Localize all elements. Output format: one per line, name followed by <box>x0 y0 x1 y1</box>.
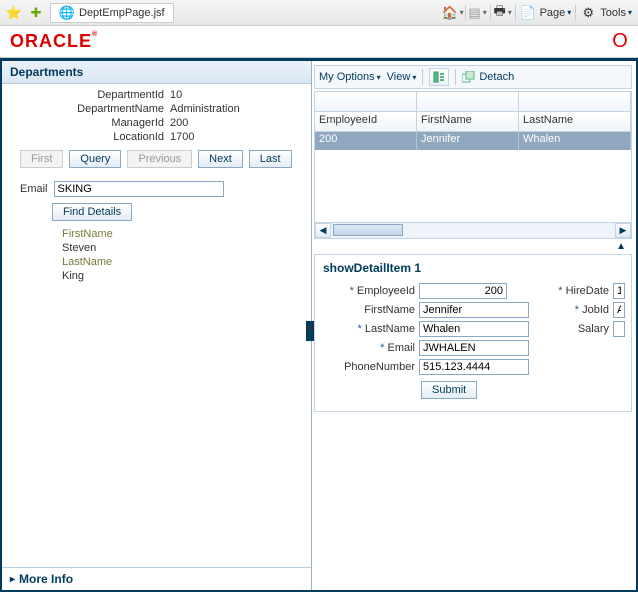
email-label-d: Email <box>321 342 415 354</box>
emp-id-input[interactable] <box>419 283 507 299</box>
feeds-icon[interactable]: ▤ <box>470 5 486 21</box>
hire-date-label: HireDate <box>549 285 609 297</box>
home-icon[interactable]: 🏠 <box>445 5 461 21</box>
last-button[interactable]: Last <box>249 150 292 168</box>
previous-button: Previous <box>127 150 192 168</box>
dept-id-value: 10 <box>170 89 182 101</box>
next-button[interactable]: Next <box>198 150 243 168</box>
tools-menu[interactable]: Tools <box>600 7 632 19</box>
left-pane: Departments DepartmentId10 DepartmentNam… <box>2 61 312 590</box>
dept-name-value: Administration <box>170 103 240 115</box>
detail-title: showDetailItem 1 <box>323 261 625 275</box>
hire-date-input[interactable] <box>613 283 625 299</box>
lastname-label: LastName <box>2 255 311 269</box>
tab-title: DeptEmpPage.jsf <box>79 7 165 19</box>
scroll-thumb[interactable] <box>333 224 403 236</box>
first-button: First <box>20 150 63 168</box>
dept-id-label: DepartmentId <box>10 89 170 101</box>
browser-tab[interactable]: 🌐 DeptEmpPage.jsf <box>50 3 174 23</box>
more-info-toggle[interactable]: ▸ More Info <box>2 567 311 590</box>
scroll-left-icon[interactable]: ◀ <box>315 223 331 238</box>
firstname-value: Steven <box>2 241 311 255</box>
print-icon[interactable]: 🖶 <box>495 5 511 21</box>
col-first-name[interactable]: FirstName <box>417 112 519 131</box>
col-employee-id[interactable]: EmployeeId <box>315 112 417 131</box>
employee-table: EmployeeId FirstName LastName 200 Jennif… <box>314 91 632 239</box>
location-id-value: 1700 <box>170 131 194 143</box>
table-toolbar: My Options View Detach <box>314 65 632 89</box>
query-button[interactable]: Query <box>69 150 121 168</box>
scroll-right-icon[interactable]: ▶ <box>615 223 631 238</box>
firstname-label: FirstName <box>2 227 311 241</box>
chevron-right-icon: ▸ <box>10 574 15 585</box>
manager-id-label: ManagerId <box>10 117 170 129</box>
location-id-label: LocationId <box>10 131 170 143</box>
ie-icon: 🌐 <box>59 5 75 21</box>
view-menu[interactable]: View <box>387 71 417 83</box>
collapse-icon[interactable]: ▲ <box>314 239 632 252</box>
detail-panel: showDetailItem 1 EmployeeId HireDate Fir… <box>314 254 632 412</box>
salary-label: Salary <box>549 323 609 335</box>
first-name-label: FirstName <box>321 304 415 316</box>
phone-label: PhoneNumber <box>321 361 415 373</box>
manager-id-value: 200 <box>170 117 188 129</box>
phone-input[interactable] <box>419 359 529 375</box>
table-header: EmployeeId FirstName LastName <box>315 112 631 132</box>
browser-toolbar: ⭐ ✚ 🌐 DeptEmpPage.jsf 🏠 ▤ 🖶 📄 Page ⚙ Too… <box>0 0 638 26</box>
submit-button[interactable]: Submit <box>421 381 477 399</box>
logo-bar: ORACLE® O <box>0 26 638 58</box>
col-last-name[interactable]: LastName <box>519 112 631 131</box>
find-details-button[interactable]: Find Details <box>52 203 132 221</box>
first-name-input[interactable] <box>419 302 529 318</box>
o-icon: O <box>612 34 628 50</box>
emp-id-label: EmployeeId <box>321 285 415 297</box>
last-name-input[interactable] <box>419 321 529 337</box>
page-menu[interactable]: Page <box>540 7 572 19</box>
email-input-d[interactable] <box>419 340 529 356</box>
oracle-logo: ORACLE® <box>10 31 98 52</box>
dept-name-label: DepartmentName <box>10 103 170 115</box>
job-id-label: JobId <box>549 304 609 316</box>
email-input[interactable] <box>54 181 224 197</box>
favorite-icon[interactable]: ⭐ <box>6 5 22 21</box>
detach-button[interactable]: Detach <box>462 71 514 83</box>
my-options-menu[interactable]: My Options <box>319 71 381 83</box>
right-pane: ◂ My Options View Detach EmployeeId Firs… <box>312 61 636 590</box>
salary-input[interactable] <box>613 321 625 337</box>
job-id-input[interactable] <box>613 302 625 318</box>
splitter-handle[interactable]: ◂ <box>306 321 314 341</box>
lastname-value: King <box>2 269 311 283</box>
table-row[interactable]: 200 Jennifer Whalen <box>315 132 631 150</box>
h-scrollbar[interactable]: ◀ ▶ <box>315 222 631 238</box>
email-label: Email <box>20 183 48 195</box>
page-icon: 📄 <box>520 5 536 21</box>
departments-header: Departments <box>2 61 311 84</box>
add-icon[interactable]: ✚ <box>28 5 44 21</box>
app-area: Departments DepartmentId10 DepartmentNam… <box>0 58 638 592</box>
last-name-label: LastName <box>321 323 415 335</box>
tools-icon: ⚙ <box>580 5 596 21</box>
wrap-icon[interactable] <box>429 68 449 86</box>
